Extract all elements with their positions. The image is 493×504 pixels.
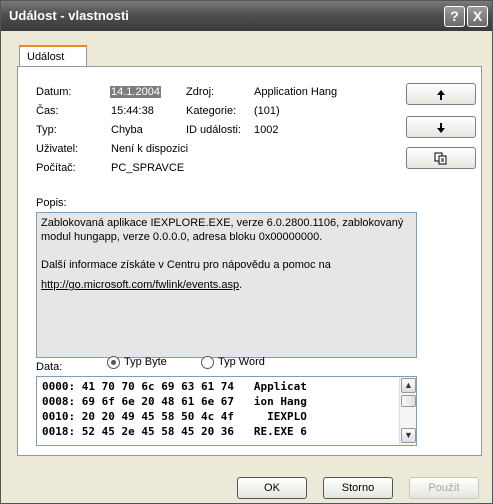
window-title: Událost - vlastnosti (9, 8, 129, 23)
radio-byte[interactable] (107, 356, 120, 369)
event-id-value: 1002 (254, 124, 279, 136)
link-suffix: . (239, 279, 243, 291)
radio-word-label[interactable]: Typ Word (218, 356, 265, 368)
hex-data-box[interactable]: 0000: 41 70 70 6c 69 63 61 74 Applicat 0… (36, 376, 417, 446)
description-box[interactable]: Zablokovaná aplikace IEXPLORE.EXE, verze… (36, 212, 417, 358)
type-label: Typ: (36, 124, 57, 136)
title-bar: Událost - vlastnosti ? X (1, 1, 492, 31)
description-text: Zablokovaná aplikace IEXPLORE.EXE, verze… (41, 217, 404, 243)
hex-scrollbar[interactable]: ▲ ▼ (399, 377, 416, 445)
description-help-text: Další informace získáte v Centru pro náp… (41, 259, 331, 271)
date-value: 14.1.2004 (110, 86, 161, 98)
data-label: Data: (36, 361, 63, 373)
radio-word[interactable] (201, 356, 214, 369)
copy-button[interactable] (406, 147, 476, 169)
user-label: Uživatel: (36, 143, 79, 155)
radio-byte-label[interactable]: Typ Byte (124, 356, 167, 368)
hex-line: 0018: 52 45 2e 45 58 45 20 36 RE.EXE 6 (42, 425, 307, 438)
arrow-up-icon (437, 90, 445, 100)
ok-button[interactable]: OK (237, 477, 307, 499)
source-label: Zdroj: (186, 86, 215, 98)
close-button[interactable]: X (467, 6, 488, 27)
date-label: Datum: (36, 86, 72, 98)
properties-window: Událost - vlastnosti ? X Událost Datum: … (0, 0, 493, 504)
computer-label: Počítač: (36, 162, 76, 174)
scroll-thumb[interactable] (401, 395, 416, 407)
next-event-button[interactable] (406, 116, 476, 138)
source-value: Application Hang (254, 86, 338, 98)
previous-event-button[interactable] (406, 83, 476, 105)
help-link[interactable]: http://go.microsoft.com/fwlink/events.as… (41, 279, 239, 291)
time-value: 15:44:38 (111, 105, 154, 117)
hex-line: 0010: 20 20 49 45 58 50 4c 4f IEXPLO (42, 410, 307, 423)
computer-value: PC_SPRAVCE (111, 162, 185, 174)
description-label: Popis: (36, 197, 67, 209)
tab-event[interactable]: Událost (19, 45, 87, 67)
apply-button[interactable]: Použít (409, 477, 479, 499)
cancel-button[interactable]: Storno (323, 477, 393, 499)
help-button[interactable]: ? (444, 6, 465, 27)
scroll-up-icon[interactable]: ▲ (401, 378, 416, 393)
category-value: (101) (254, 105, 280, 117)
hex-line: 0008: 69 6f 6e 20 48 61 6e 67 ion Hang (42, 395, 307, 408)
arrow-down-icon (437, 123, 445, 133)
scroll-down-icon[interactable]: ▼ (401, 428, 416, 443)
time-label: Čas: (36, 105, 59, 117)
user-value: Není k dispozici (111, 143, 189, 155)
category-label: Kategorie: (186, 105, 237, 117)
event-id-label: ID události: (186, 124, 242, 136)
copy-icon (434, 152, 447, 165)
type-value: Chyba (111, 124, 143, 136)
hex-line: 0000: 41 70 70 6c 69 63 61 74 Applicat (42, 380, 307, 393)
